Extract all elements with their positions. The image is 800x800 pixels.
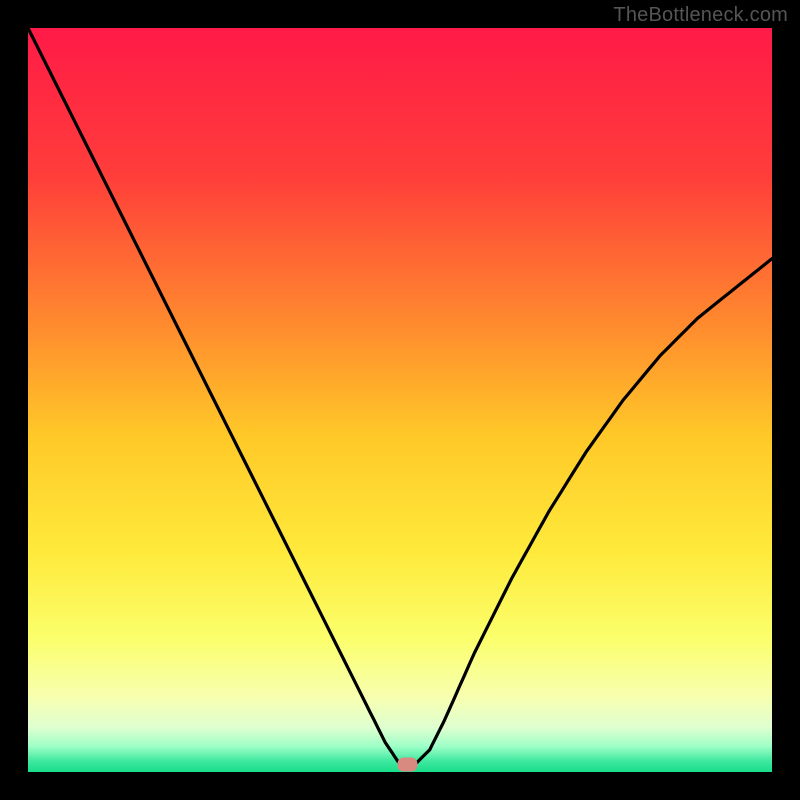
bottleneck-chart [0, 0, 800, 800]
chart-background-gradient [28, 28, 772, 772]
watermark-text: TheBottleneck.com [613, 4, 788, 27]
optimal-point-marker [397, 758, 417, 772]
chart-container: TheBottleneck.com [0, 0, 800, 800]
